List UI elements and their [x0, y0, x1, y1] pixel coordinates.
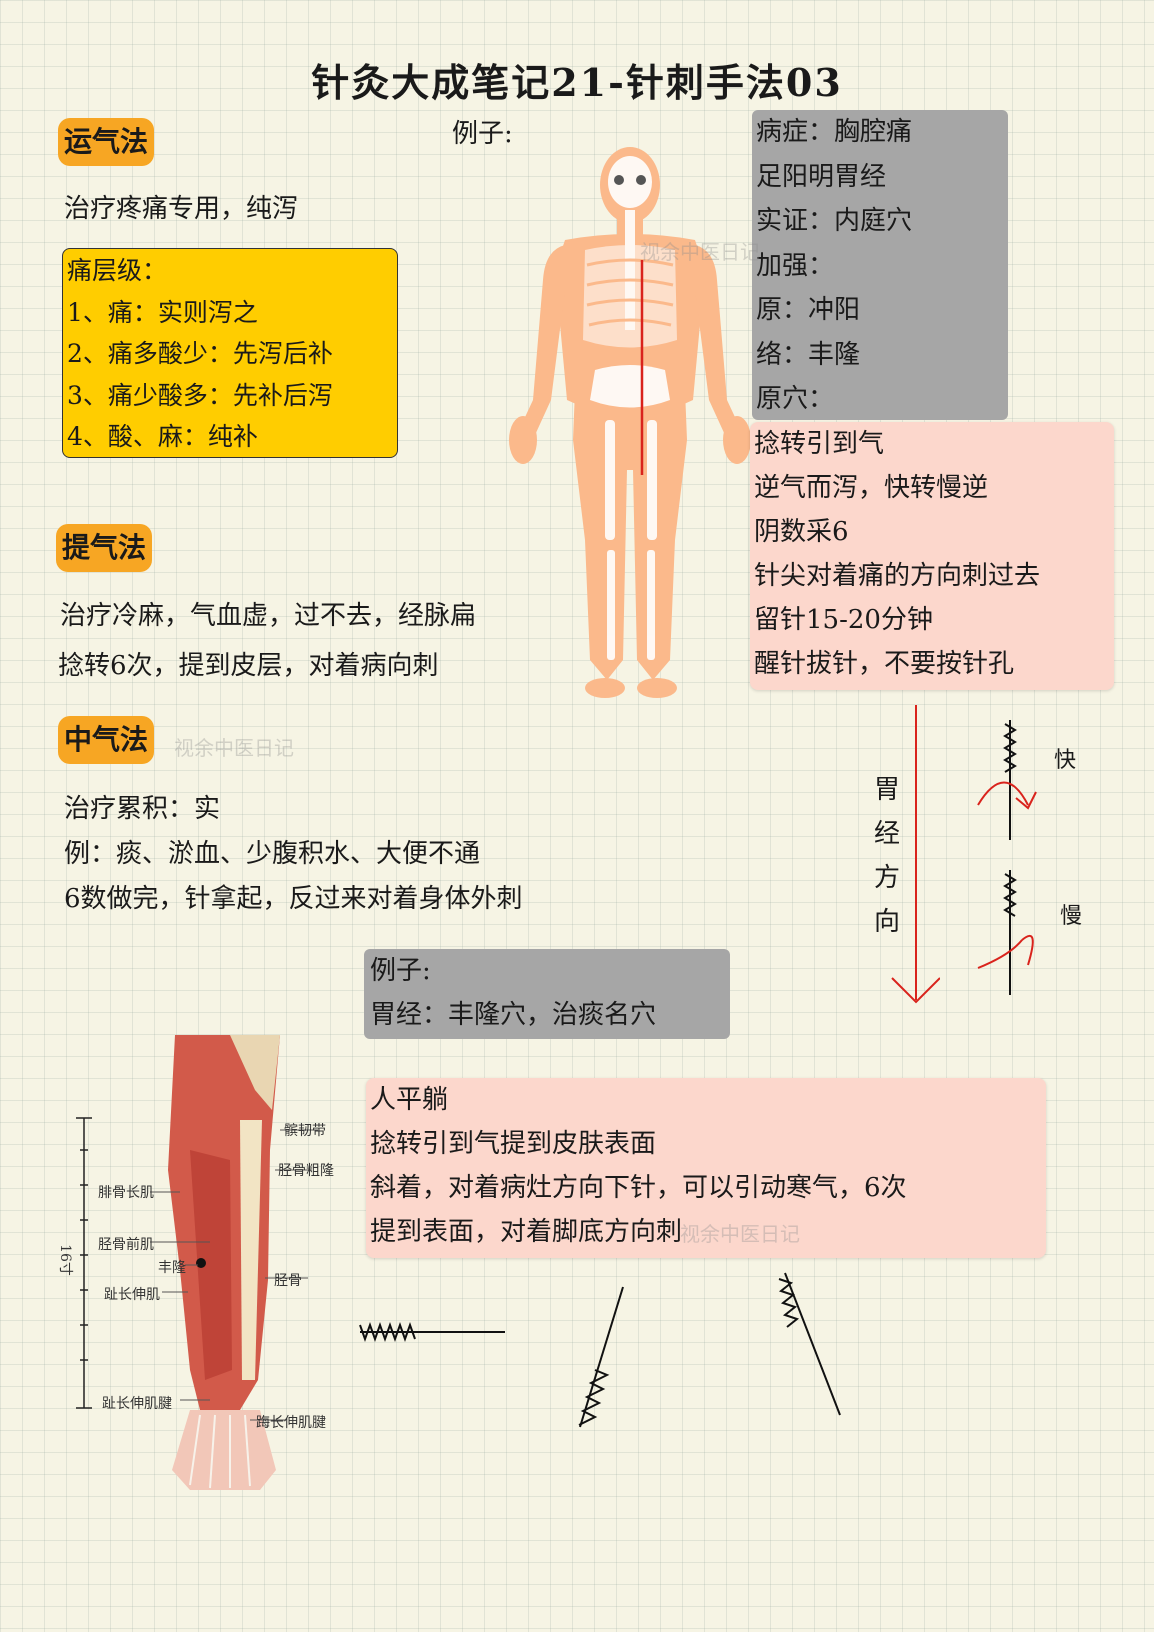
leg-label: 趾长伸肌: [104, 1287, 160, 1303]
page-title: 针灸大成笔记21-针刺手法03: [311, 60, 843, 105]
pain-level-line: 4、酸、麻：纯补: [67, 422, 258, 451]
leg-label: 髌韧带: [284, 1123, 326, 1139]
watermark: 视余中医日记: [174, 736, 294, 760]
symptom-line: 络：丰隆: [756, 339, 861, 370]
pain-level-line: 1、痛：实则泻之: [67, 297, 258, 327]
section-line-zhongqi: 6数做完，针拿起，反过来对着身体外刺: [64, 884, 523, 914]
example-box: 例子: 胃经：丰隆穴，治痰名穴: [364, 949, 730, 1039]
symptom-line: 病症：胸腔痛: [756, 117, 913, 147]
technique-line: 针尖对着痛的方向刺过去: [754, 561, 1041, 591]
symptom-line: 原：冲阳: [756, 295, 861, 325]
leg-label: 胫骨粗隆: [278, 1163, 334, 1179]
section-desc-yunqi: 治疗疼痛专用，纯泻: [64, 194, 299, 224]
technique-line: 捻转引到气: [754, 429, 885, 459]
procedure-line: 捻转引到气提到皮肤表面: [370, 1129, 657, 1159]
needle-speed-diagram: [977, 720, 1037, 995]
symptom-line: 加强：: [756, 250, 835, 281]
section-line-zhongqi: 例：痰、淤血、少腹积水、大便不通: [64, 839, 481, 869]
section-label-zhongqi: 中气法: [58, 716, 155, 764]
section-label-yunqi: 运气法: [58, 118, 155, 166]
symptom-box: 病症：胸腔痛 足阳明胃经 实证：内庭穴 加强： 原：冲阳 络：丰隆 原穴：: [752, 110, 1008, 420]
pain-level-line: 痛层级：: [67, 256, 168, 285]
pain-level-line: 2、痛多酸少：先泻后补: [67, 339, 333, 368]
technique-line: 逆气而泻，快转慢逆: [754, 473, 989, 503]
fast-label: 快: [1054, 748, 1077, 773]
technique-line: 留针15-20分钟: [754, 605, 933, 635]
pain-level-box: 痛层级： 1、痛：实则泻之 2、痛多酸少：先泻后补 3、痛少酸多：先补后泻 4、…: [62, 248, 398, 458]
leg-label: 胫骨: [274, 1273, 302, 1289]
ruler-label: 16寸: [56, 1244, 73, 1276]
technique-line: 阴数采6: [754, 517, 849, 547]
leg-label: 踇长伸肌腱: [256, 1415, 326, 1431]
symptom-line: 实证：内庭穴: [756, 206, 913, 236]
leg-label: 趾长伸肌腱: [102, 1396, 172, 1412]
needle-angle-sketches: [359, 1272, 841, 1428]
pain-level-line: 3、痛少酸多：先补后泻: [67, 380, 333, 410]
watermark: 视余中医日记: [640, 240, 760, 264]
section-line-tiqi: 捻转6次，提到皮层，对着病向刺: [58, 651, 439, 681]
leg-label: 丰隆: [158, 1260, 186, 1276]
procedure-line: 斜着，对着病灶方向下针，可以引动寒气，6次: [370, 1173, 907, 1203]
example-line: 胃经：丰隆穴，治痰名穴: [370, 1000, 657, 1030]
slow-label: 慢: [1060, 904, 1083, 929]
technique-box: 捻转引到气 逆气而泻，快转慢逆 阴数采6 针尖对着痛的方向刺过去 留针15-20…: [750, 422, 1114, 690]
skeleton-illustration: [509, 147, 751, 698]
procedure-line: 人平躺: [370, 1085, 449, 1115]
leg-label: 腓骨长肌: [98, 1185, 154, 1201]
leg-label: 胫骨前肌: [98, 1237, 154, 1253]
example-line: 例子:: [370, 956, 431, 986]
symptom-line: 足阳明胃经: [756, 161, 887, 192]
section-label-tiqi: 提气法: [56, 524, 153, 572]
meridian-direction-arrow: [891, 705, 940, 1004]
section-line-tiqi: 治疗冷麻，气血虚，过不去，经脉扁: [60, 601, 477, 631]
watermark: 视余中医日记: [680, 1222, 800, 1246]
section-line-zhongqi: 治疗累积：实: [64, 794, 221, 824]
example-label: 例子:: [452, 119, 513, 149]
symptom-line: 原穴：: [756, 384, 835, 414]
technique-line: 醒针拔针，不要按针孔: [754, 649, 1015, 679]
